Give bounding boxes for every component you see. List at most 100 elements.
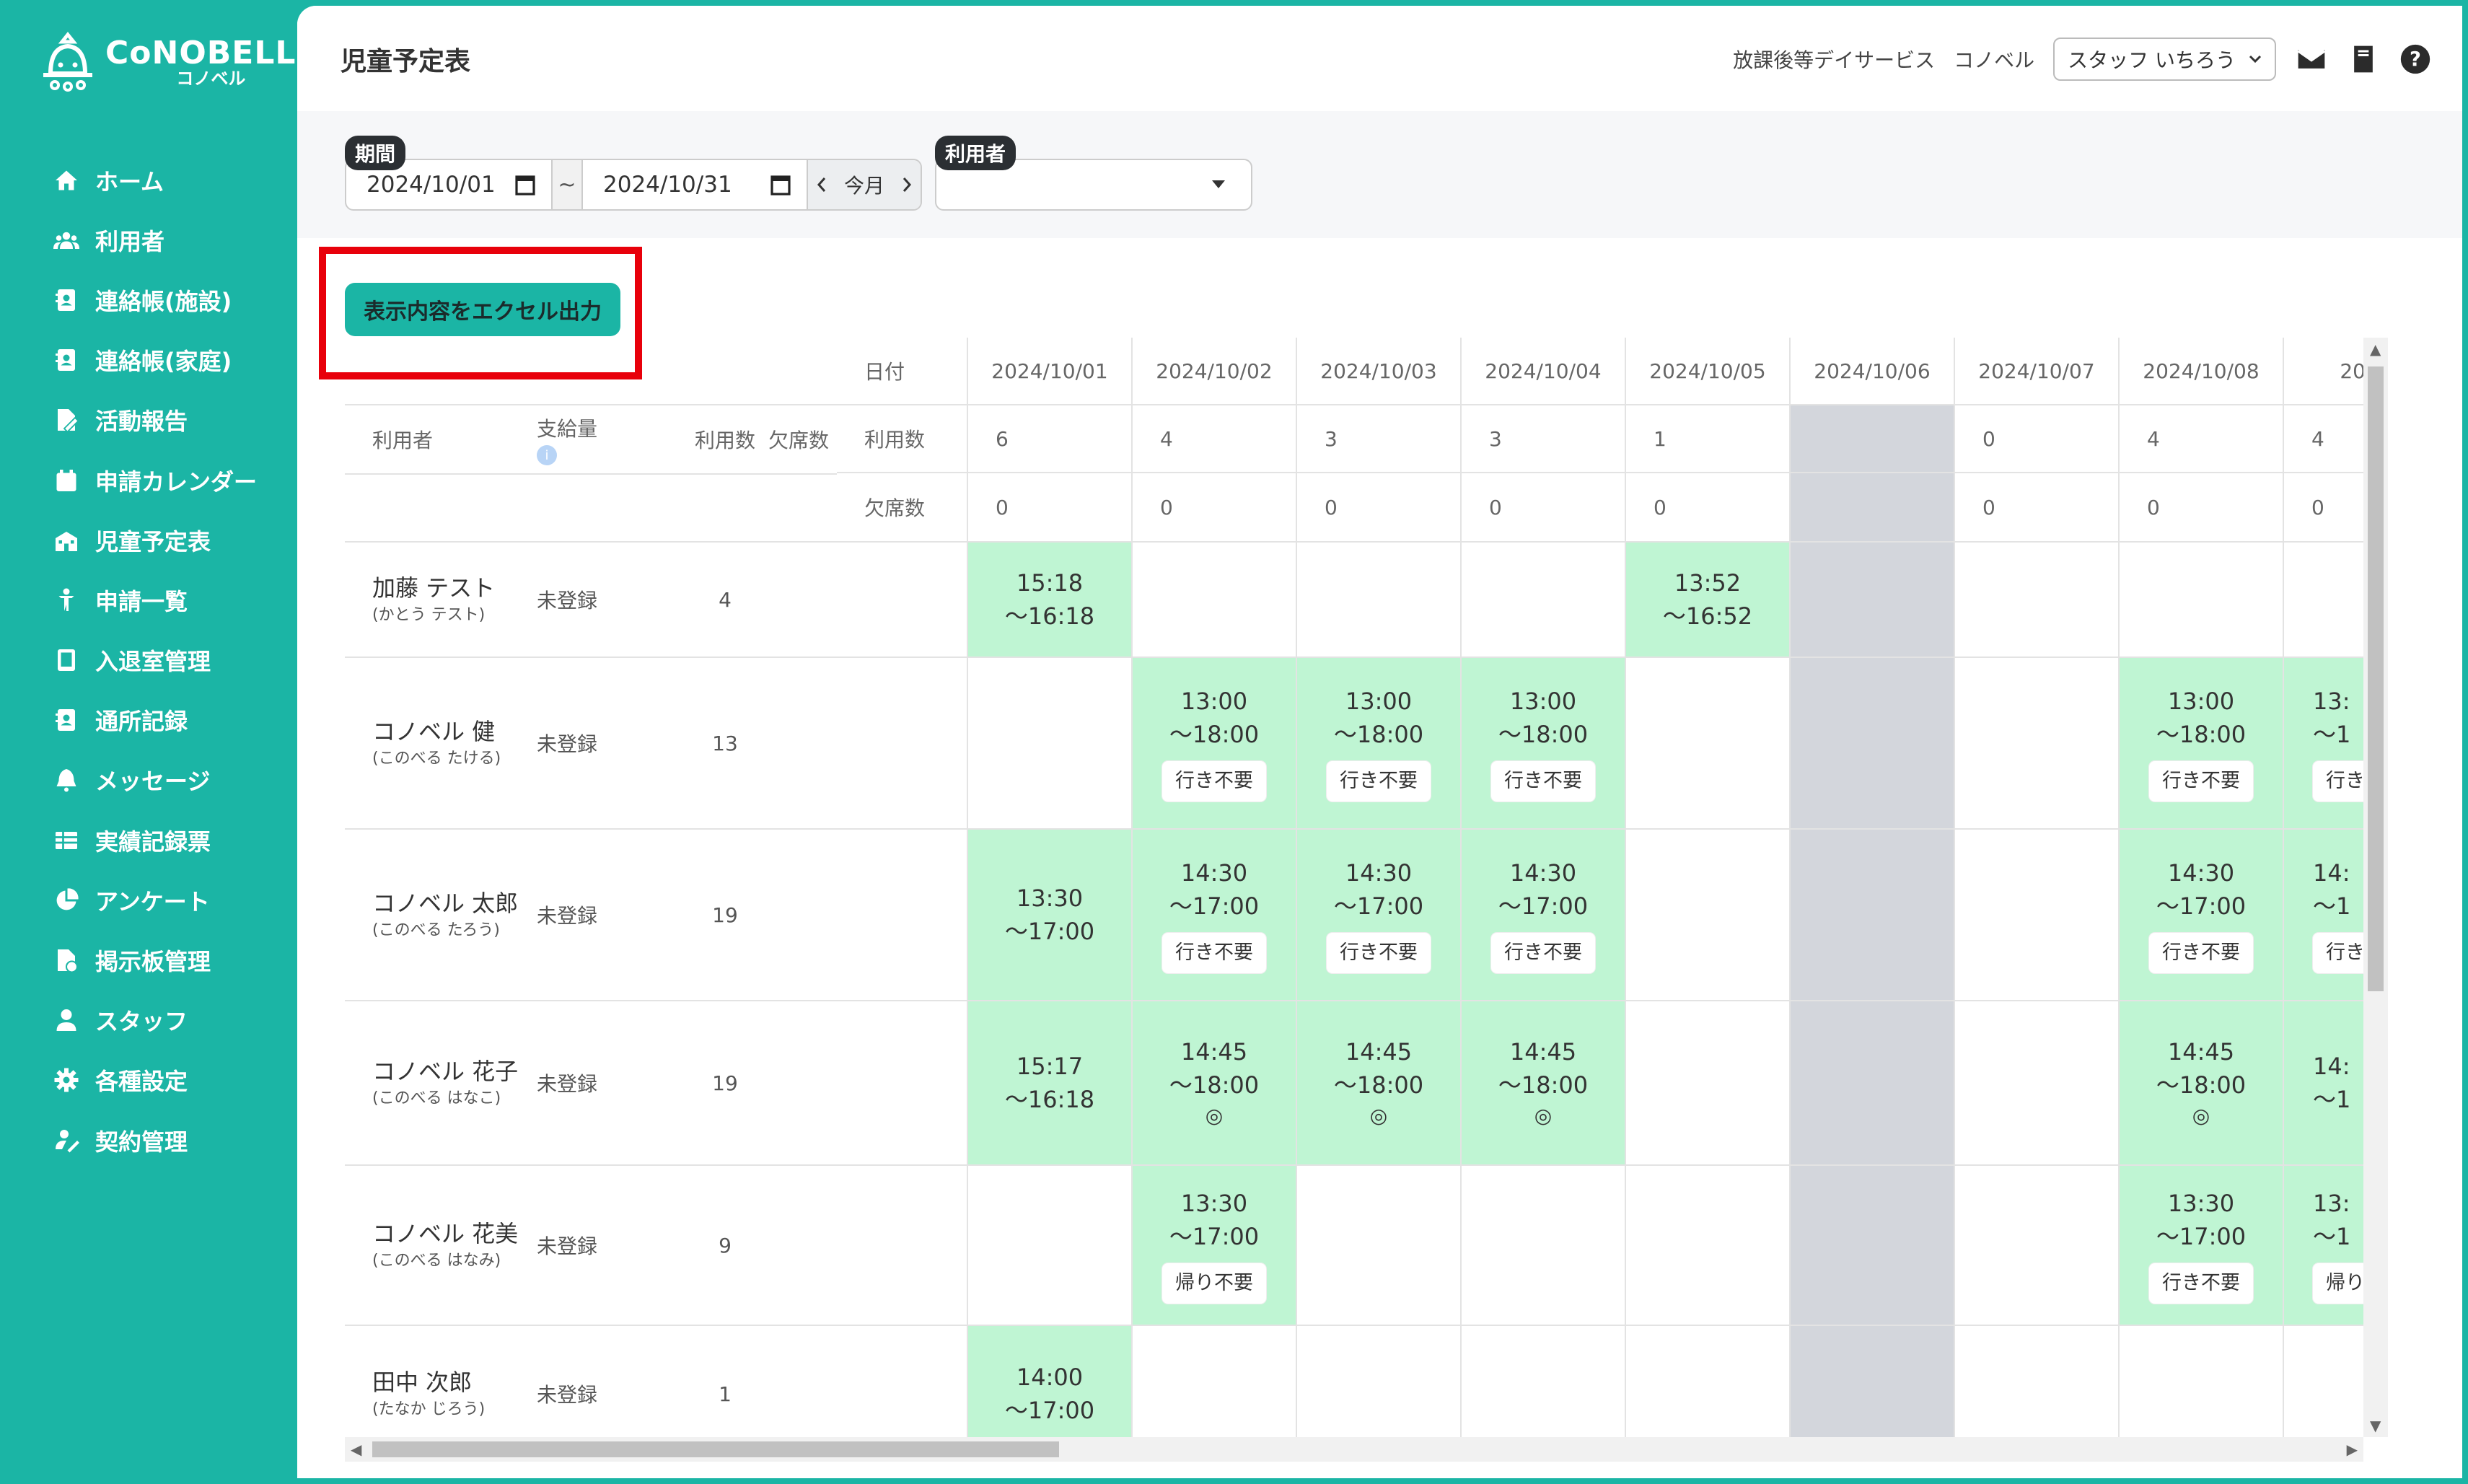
schedule-cell[interactable]: 14: 〜1 bbox=[2284, 1001, 2363, 1166]
sidebar-item-10[interactable]: 通所記録 bbox=[52, 690, 257, 750]
schedule-cell[interactable]: 13: 〜1 行き bbox=[2284, 658, 2363, 830]
empty-schedule-cell[interactable] bbox=[1462, 543, 1626, 658]
user-name-cell[interactable]: コノベル 太郎 (このべる たろう) bbox=[345, 830, 537, 1001]
empty-schedule-cell[interactable] bbox=[968, 1166, 1133, 1326]
empty-schedule-cell[interactable] bbox=[1626, 1166, 1791, 1326]
sidebar-item-7[interactable]: 児童予定表 bbox=[52, 510, 257, 570]
schedule-cell[interactable]: 15:17 〜16:18 bbox=[968, 1001, 1133, 1166]
empty-schedule-cell[interactable] bbox=[1791, 1326, 1955, 1437]
schedule-cell[interactable]: 14:30 〜17:00 行き不要 bbox=[1462, 830, 1626, 1001]
empty-schedule-cell[interactable] bbox=[1626, 1001, 1791, 1166]
sidebar-item-16[interactable]: 各種設定 bbox=[52, 1050, 257, 1110]
schedule-cell[interactable]: 13:00 〜18:00 行き不要 bbox=[1297, 658, 1462, 830]
empty-schedule-cell[interactable] bbox=[2284, 1326, 2363, 1437]
scroll-right-icon[interactable]: ▶ bbox=[2347, 1441, 2358, 1458]
schedule-cell[interactable]: 14:45 〜18:00 ◎ bbox=[1133, 1001, 1297, 1166]
empty-schedule-cell[interactable] bbox=[1955, 1001, 2120, 1166]
sidebar-item-17[interactable]: 契約管理 bbox=[52, 1110, 257, 1170]
empty-schedule-cell[interactable] bbox=[1791, 1001, 1955, 1166]
schedule-cell[interactable]: 15:18 〜16:18 bbox=[968, 543, 1133, 658]
schedule-cell[interactable]: 14:45 〜18:00 ◎ bbox=[2120, 1001, 2284, 1166]
empty-schedule-cell[interactable] bbox=[1791, 658, 1955, 830]
empty-schedule-cell[interactable] bbox=[968, 658, 1133, 830]
empty-schedule-cell[interactable] bbox=[1791, 830, 1955, 1001]
calendar-icon[interactable] bbox=[770, 174, 791, 196]
empty-schedule-cell[interactable] bbox=[1133, 1326, 1297, 1437]
sidebar-item-1[interactable]: ホーム bbox=[52, 150, 257, 210]
scroll-left-icon[interactable]: ◀ bbox=[351, 1441, 361, 1458]
empty-schedule-cell[interactable] bbox=[1626, 658, 1791, 830]
schedule-cell[interactable]: 13:00 〜18:00 行き不要 bbox=[1133, 658, 1297, 830]
schedule-cell[interactable]: 14:30 〜17:00 行き不要 bbox=[2120, 830, 2284, 1001]
date-header-8: 2024/10/08 bbox=[2120, 338, 2284, 405]
empty-schedule-cell[interactable] bbox=[1955, 543, 2120, 658]
scroll-down-icon[interactable]: ▼ bbox=[2370, 1417, 2381, 1434]
horizontal-scroll-thumb[interactable] bbox=[372, 1441, 1059, 1457]
vertical-scrollbar[interactable]: ▲ ▼ bbox=[2363, 338, 2388, 1437]
empty-schedule-cell[interactable] bbox=[2284, 543, 2363, 658]
staff-select[interactable]: スタッフ いちろう bbox=[2053, 38, 2276, 81]
sidebar-item-3[interactable]: 連絡帳(施設) bbox=[52, 270, 257, 330]
schedule-cell[interactable]: 14:00 〜17:00 bbox=[968, 1326, 1133, 1437]
user-name-cell[interactable]: コノベル 健 (このべる たける) bbox=[345, 658, 537, 830]
schedule-cell[interactable]: 14:30 〜17:00 行き不要 bbox=[1297, 830, 1462, 1001]
empty-schedule-cell[interactable] bbox=[1297, 1166, 1462, 1326]
calendar-icon[interactable] bbox=[515, 174, 535, 196]
empty-schedule-cell[interactable] bbox=[1955, 1326, 2120, 1437]
empty-schedule-cell[interactable] bbox=[1626, 1326, 1791, 1437]
empty-schedule-cell[interactable] bbox=[1462, 1326, 1626, 1437]
sidebar-item-2[interactable]: 利用者 bbox=[52, 210, 257, 270]
empty-schedule-cell[interactable] bbox=[2120, 1326, 2284, 1437]
sidebar-item-14[interactable]: 掲示板管理 bbox=[52, 930, 257, 990]
sidebar-item-11[interactable]: メッセージ bbox=[52, 750, 257, 810]
schedule-cell[interactable]: 13:30 〜17:00 bbox=[968, 830, 1133, 1001]
sidebar-item-8[interactable]: 申請一覧 bbox=[52, 570, 257, 630]
manual-book-icon[interactable] bbox=[2347, 43, 2380, 76]
excel-export-button[interactable]: 表示内容をエクセル出力 bbox=[345, 283, 620, 336]
empty-schedule-cell[interactable] bbox=[1955, 830, 2120, 1001]
schedule-cell[interactable]: 14: 〜1 行き bbox=[2284, 830, 2363, 1001]
schedule-cell[interactable]: 13:00 〜18:00 行き不要 bbox=[1462, 658, 1626, 830]
empty-schedule-cell[interactable] bbox=[1297, 543, 1462, 658]
sidebar-item-6[interactable]: 申請カレンダー bbox=[52, 450, 257, 510]
sidebar-item-15[interactable]: スタッフ bbox=[52, 991, 257, 1050]
user-name-cell[interactable]: コノベル 花子 (このべる はなこ) bbox=[345, 1001, 537, 1166]
note-mark-icon: ◎ bbox=[2192, 1104, 2210, 1128]
vertical-scroll-thumb[interactable] bbox=[2368, 366, 2384, 991]
empty-schedule-cell[interactable] bbox=[2120, 543, 2284, 658]
sidebar-item-4[interactable]: 連絡帳(家庭) bbox=[52, 330, 257, 390]
schedule-cell[interactable]: 13:30 〜17:00 行き不要 bbox=[2120, 1166, 2284, 1326]
scroll-up-icon[interactable]: ▲ bbox=[2370, 341, 2381, 358]
empty-schedule-cell[interactable] bbox=[1297, 1326, 1462, 1437]
empty-schedule-cell[interactable] bbox=[1626, 830, 1791, 1001]
empty-schedule-cell[interactable] bbox=[1791, 1166, 1955, 1326]
sidebar-item-12[interactable]: 実績記録票 bbox=[52, 810, 257, 870]
schedule-cell[interactable]: 14:45 〜18:00 ◎ bbox=[1297, 1001, 1462, 1166]
user-name-cell[interactable]: 加藤 テスト (かとう テスト) bbox=[345, 543, 537, 658]
empty-schedule-cell[interactable] bbox=[1955, 658, 2120, 830]
this-month-button[interactable]: 今月 bbox=[844, 170, 884, 199]
schedule-cell[interactable]: 13:52 〜16:52 bbox=[1626, 543, 1791, 658]
schedule-cell[interactable]: 13:00 〜18:00 行き不要 bbox=[2120, 658, 2284, 830]
logo[interactable]: CoNOBELL コノベル bbox=[40, 32, 296, 92]
empty-schedule-cell[interactable] bbox=[1133, 543, 1297, 658]
date-to-input[interactable]: 2024/10/31 bbox=[583, 160, 807, 209]
empty-schedule-cell[interactable] bbox=[1955, 1166, 2120, 1326]
mail-icon[interactable] bbox=[2295, 43, 2328, 76]
empty-schedule-cell[interactable] bbox=[1791, 543, 1955, 658]
schedule-cell[interactable]: 14:45 〜18:00 ◎ bbox=[1462, 1001, 1626, 1166]
schedule-cell[interactable]: 13:30 〜17:00 帰り不要 bbox=[1133, 1166, 1297, 1326]
sidebar-item-13[interactable]: アンケート bbox=[52, 870, 257, 930]
user-name-cell[interactable]: コノベル 花美 (このべる はなみ) bbox=[345, 1166, 537, 1326]
horizontal-scrollbar[interactable]: ◀ ▶ bbox=[345, 1437, 2363, 1462]
empty-schedule-cell[interactable] bbox=[1462, 1166, 1626, 1326]
help-icon[interactable]: ? bbox=[2399, 43, 2432, 76]
user-name-cell[interactable]: 田中 次郎 (たなか じろう) bbox=[345, 1326, 537, 1437]
sidebar-item-5[interactable]: 活動報告 bbox=[52, 390, 257, 450]
info-icon[interactable]: i bbox=[537, 445, 557, 465]
chevron-right-icon[interactable] bbox=[902, 177, 912, 193]
sidebar-item-9[interactable]: 入退室管理 bbox=[52, 631, 257, 690]
chevron-left-icon[interactable] bbox=[817, 177, 827, 193]
schedule-cell[interactable]: 13: 〜1 帰り bbox=[2284, 1166, 2363, 1326]
schedule-cell[interactable]: 14:30 〜17:00 行き不要 bbox=[1133, 830, 1297, 1001]
